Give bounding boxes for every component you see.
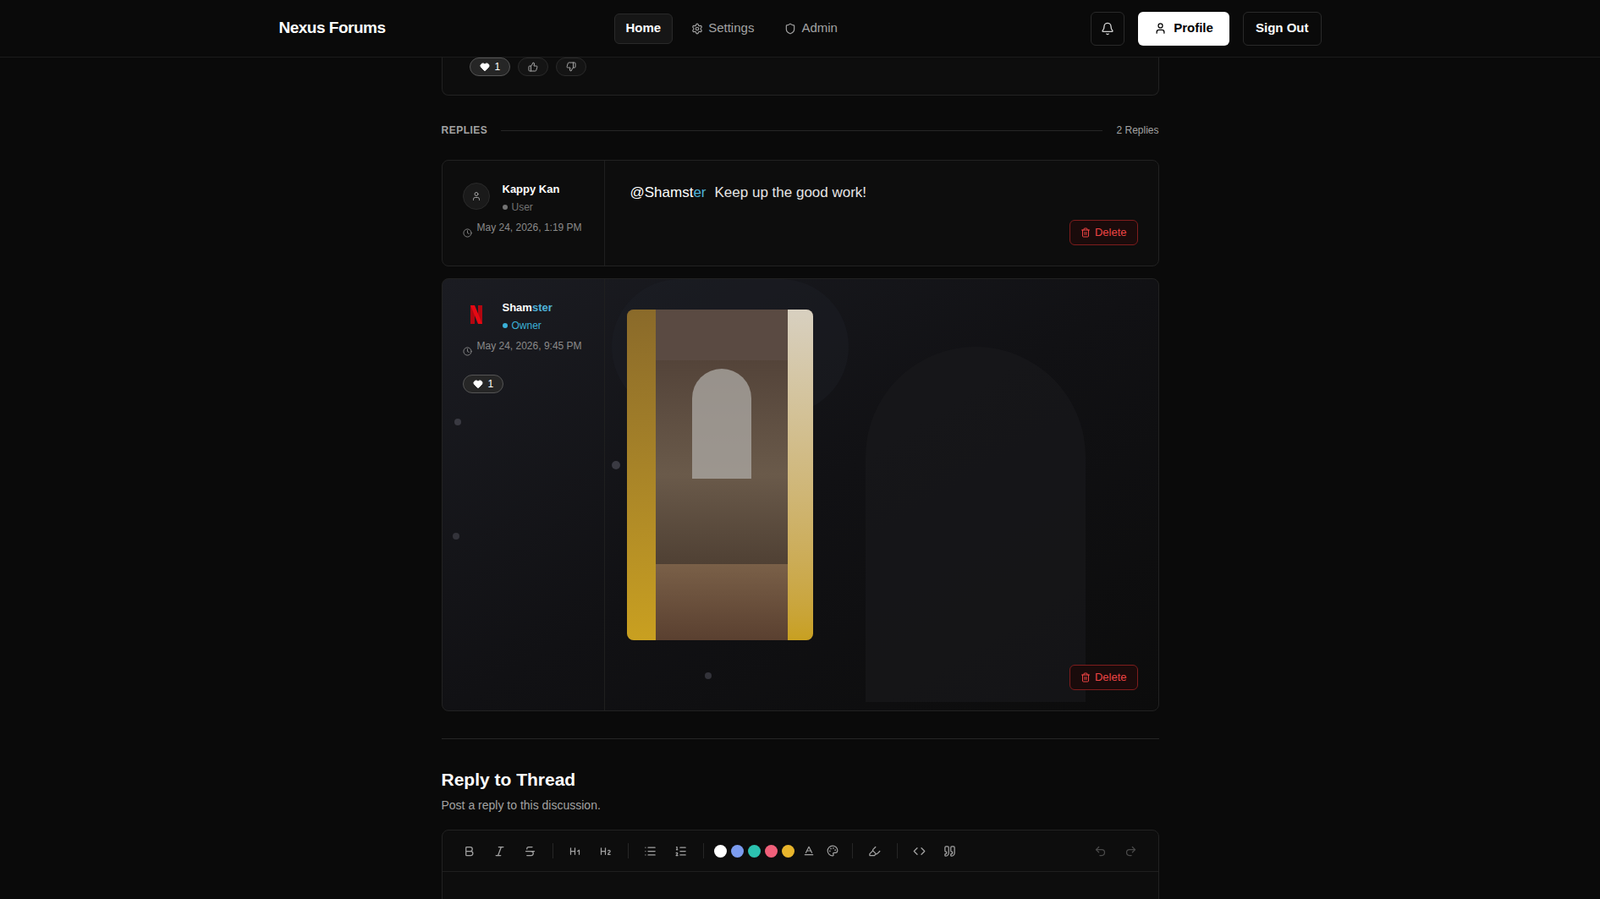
delete-button[interactable]: Delete <box>1069 665 1139 691</box>
heading-icon <box>599 845 612 858</box>
sign-out-button[interactable]: Sign Out <box>1242 11 1322 46</box>
reply-body: @ShamsterKeep up the good work! Delete <box>604 160 1159 266</box>
quote-icon <box>943 845 957 858</box>
palette-button[interactable] <box>819 838 846 864</box>
list-icon <box>674 845 688 858</box>
color-swatch[interactable] <box>747 845 761 858</box>
clock-icon <box>462 228 473 238</box>
reply-author-panel: Kappy Kan User May 24, 2026, 1:19 PM <box>442 160 605 266</box>
clock-icon <box>462 346 473 357</box>
color-swatch[interactable] <box>781 845 795 858</box>
heart-reaction-button[interactable]: 1 <box>469 57 512 77</box>
user-icon <box>1154 21 1167 35</box>
palette-icon <box>826 845 839 858</box>
mention[interactable]: @Shamster <box>630 184 707 201</box>
format-button[interactable] <box>515 838 546 864</box>
profile-button[interactable]: Profile <box>1138 11 1230 46</box>
editor <box>441 830 1160 899</box>
heart-icon <box>472 379 484 390</box>
delete-button[interactable]: Delete <box>1069 219 1139 246</box>
reply-gif[interactable] <box>626 309 814 641</box>
notifications-button[interactable] <box>1090 11 1125 46</box>
reply-composer: Reply to Thread Post a reply to this disc… <box>441 768 1160 899</box>
author-name[interactable]: Kappy Kan <box>502 182 561 197</box>
avatar[interactable] <box>462 182 490 210</box>
post-card: 1 <box>441 57 1160 96</box>
thread: 1 REPLIES2 Replies Kappy Kan User May 24, 20… <box>441 57 1160 899</box>
list-button[interactable] <box>635 838 666 864</box>
main-nav: HomeSettingsAdmin <box>614 13 850 44</box>
reply-author-panel: Shamster Owner May 24, 2026, 9:45 PM 1 <box>442 279 605 711</box>
gear-icon <box>691 22 704 35</box>
reaction-count: 1 <box>494 59 501 75</box>
reply-time: May 24, 2026, 1:19 PM <box>462 221 584 238</box>
avatar[interactable] <box>462 301 490 329</box>
color-swatch[interactable] <box>731 845 744 858</box>
highlight-button[interactable] <box>859 838 891 864</box>
composer-subtitle: Post a reply to this discussion. <box>441 797 1160 815</box>
logo[interactable]: Nexus Forums <box>279 18 386 37</box>
list-button[interactable] <box>665 838 697 864</box>
reply-card: Kappy Kan User May 24, 2026, 1:19 PM @Shams… <box>441 159 1160 267</box>
redo-icon <box>1124 845 1138 858</box>
nav-item[interactable]: Home <box>614 13 674 44</box>
dislike-reaction-button[interactable] <box>555 57 587 77</box>
nav-item[interactable]: Admin <box>772 13 850 44</box>
format-icon <box>462 845 476 858</box>
app: Nexus Forums HomeSettingsAdmin Profile Sign… <box>0 0 1600 899</box>
heart-reaction-button[interactable]: 1 <box>462 374 505 394</box>
reply-body: Delete <box>604 279 1159 711</box>
trash-icon <box>1080 672 1091 683</box>
text-color-button[interactable] <box>797 838 820 864</box>
heart-icon <box>479 61 490 72</box>
color-swatch[interactable] <box>764 845 778 858</box>
list-icon <box>643 845 657 858</box>
reaction-count: 1 <box>488 376 495 392</box>
reply-text: @ShamsterKeep up the good work! <box>630 182 1139 204</box>
replies-header: REPLIES2 Replies <box>441 122 1160 138</box>
shield-icon <box>784 22 797 35</box>
netflix-logo-icon <box>462 301 490 329</box>
code-button[interactable] <box>904 838 935 864</box>
editor-toolbar <box>442 830 1159 872</box>
reply-card: Shamster Owner May 24, 2026, 9:45 PM 1 Delet… <box>441 278 1160 712</box>
like-icon <box>527 61 539 72</box>
like-reaction-button[interactable] <box>517 57 549 77</box>
highlighter-icon <box>868 845 881 858</box>
text-color-icon <box>802 845 815 858</box>
quote-button[interactable] <box>934 838 966 864</box>
heading-button[interactable] <box>590 838 622 864</box>
dislike-icon <box>566 61 577 72</box>
format-button[interactable] <box>454 838 485 864</box>
heading-button[interactable] <box>560 838 591 864</box>
format-button[interactable] <box>484 838 516 864</box>
trash-icon <box>1080 227 1091 238</box>
format-icon <box>523 845 537 858</box>
user-icon <box>471 191 482 202</box>
author-name[interactable]: Shamster <box>502 301 553 315</box>
author-role: Owner <box>502 318 553 334</box>
nav-item[interactable]: Settings <box>679 13 766 44</box>
redo-button[interactable] <box>1116 838 1147 864</box>
undo-button[interactable] <box>1085 838 1117 864</box>
reply-time: May 24, 2026, 9:45 PM <box>462 340 584 357</box>
composer-title: Reply to Thread <box>441 768 1160 792</box>
top-bar: Nexus Forums HomeSettingsAdmin Profile Sign… <box>0 0 1600 58</box>
undo-icon <box>1094 845 1107 858</box>
heading-icon <box>568 845 582 858</box>
color-swatch[interactable] <box>714 845 727 858</box>
code-icon <box>912 845 926 858</box>
bell-icon <box>1100 21 1115 36</box>
format-icon <box>493 845 506 858</box>
author-role: User <box>502 199 561 215</box>
